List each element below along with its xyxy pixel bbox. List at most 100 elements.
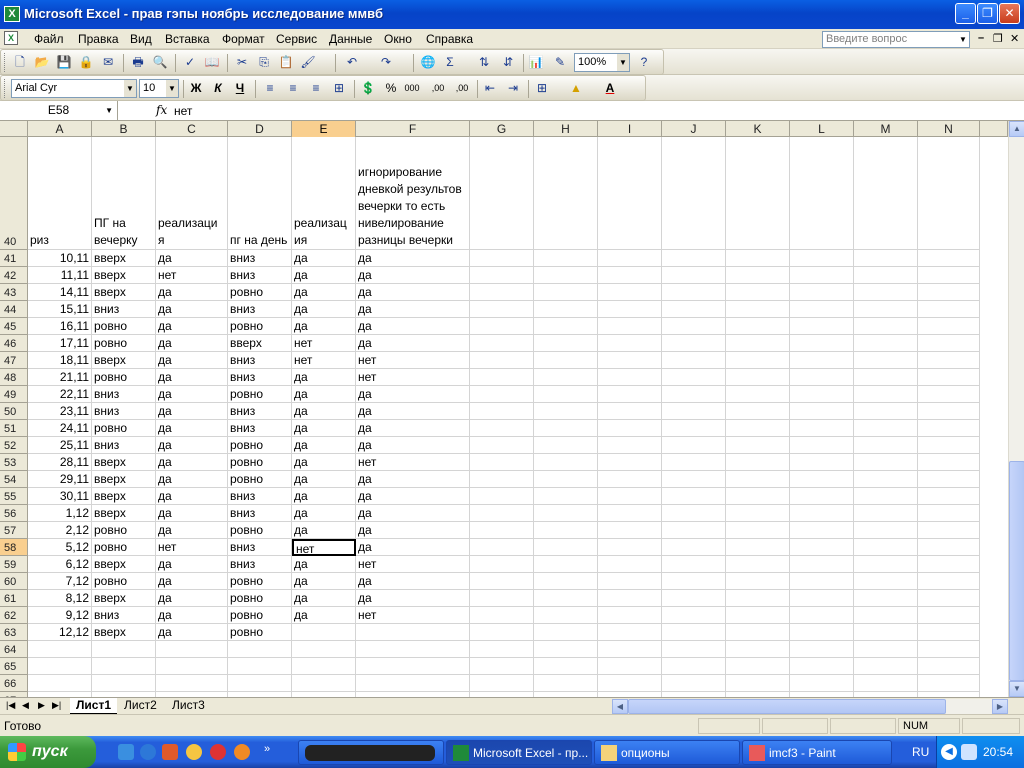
cell[interactable]: [854, 658, 918, 675]
cell[interactable]: [662, 250, 726, 267]
cell[interactable]: [918, 607, 980, 624]
cell[interactable]: [854, 137, 918, 250]
cell[interactable]: [662, 471, 726, 488]
cell[interactable]: [790, 284, 854, 301]
percent-button[interactable]: %: [382, 80, 400, 97]
cell[interactable]: [918, 267, 980, 284]
cell-day-gap[interactable]: ровно: [228, 590, 292, 607]
cell-realization[interactable]: нет: [156, 539, 228, 556]
menu-data[interactable]: Данные: [329, 32, 372, 46]
row-header[interactable]: 47: [0, 352, 28, 369]
cell[interactable]: [726, 437, 790, 454]
row-header[interactable]: 48: [0, 369, 28, 386]
cell[interactable]: [598, 369, 662, 386]
select-all-corner[interactable]: [0, 121, 28, 137]
cell-date[interactable]: 22,11: [28, 386, 92, 403]
cell-day-gap[interactable]: вниз: [228, 403, 292, 420]
cell-ignore[interactable]: да: [356, 250, 470, 267]
cell-realization[interactable]: да: [156, 471, 228, 488]
cell-ignore[interactable]: нет: [356, 352, 470, 369]
cell-evening-gap[interactable]: [92, 658, 156, 675]
cell-day-gap[interactable]: вниз: [228, 250, 292, 267]
cell-day-realization[interactable]: да: [292, 471, 356, 488]
row-header[interactable]: 52: [0, 437, 28, 454]
cell[interactable]: [662, 284, 726, 301]
cell[interactable]: [790, 369, 854, 386]
cell[interactable]: [534, 420, 598, 437]
cell-ignore[interactable]: да: [356, 590, 470, 607]
scroll-down-icon[interactable]: ▼: [1009, 681, 1024, 697]
cell[interactable]: [662, 658, 726, 675]
cell[interactable]: [918, 137, 980, 250]
cell-ignore[interactable]: нет: [356, 369, 470, 386]
cell[interactable]: [598, 137, 662, 250]
cell-evening-gap[interactable]: ровно: [92, 318, 156, 335]
cell[interactable]: [854, 488, 918, 505]
scroll-up-icon[interactable]: ▲: [1009, 121, 1024, 137]
row-header[interactable]: 57: [0, 522, 28, 539]
cell[interactable]: [726, 641, 790, 658]
cell-day-realization[interactable]: да: [292, 369, 356, 386]
cell-evening-gap[interactable]: вверх: [92, 505, 156, 522]
cell[interactable]: [534, 675, 598, 692]
chevron-down-icon[interactable]: ▼: [957, 32, 969, 47]
merge-center-icon[interactable]: ⊞: [330, 80, 348, 97]
prev-sheet-icon[interactable]: ◀: [22, 700, 29, 711]
cell[interactable]: [662, 607, 726, 624]
cell[interactable]: [854, 556, 918, 573]
cell-date[interactable]: [28, 641, 92, 658]
cell[interactable]: [534, 369, 598, 386]
cell-day-realization[interactable]: [292, 675, 356, 692]
vertical-scroll-thumb[interactable]: [1009, 461, 1024, 681]
taskbar-folder[interactable]: опционы: [594, 740, 740, 765]
cell-evening-gap[interactable]: ровно: [92, 522, 156, 539]
cell[interactable]: [534, 335, 598, 352]
cell[interactable]: [918, 454, 980, 471]
cell-date[interactable]: 29,11: [28, 471, 92, 488]
cell[interactable]: [854, 641, 918, 658]
cell[interactable]: [726, 352, 790, 369]
cell[interactable]: [918, 624, 980, 641]
cell[interactable]: [534, 641, 598, 658]
cell[interactable]: [662, 352, 726, 369]
cell[interactable]: [726, 658, 790, 675]
cut-icon[interactable]: ✂: [233, 54, 251, 71]
cell-day-realization[interactable]: да: [292, 318, 356, 335]
cell[interactable]: [790, 318, 854, 335]
cell-day-realization[interactable]: да: [292, 488, 356, 505]
cell-date[interactable]: 25,11: [28, 437, 92, 454]
cell-realization[interactable]: да: [156, 505, 228, 522]
cell-evening-gap[interactable]: вверх: [92, 590, 156, 607]
cell[interactable]: [598, 420, 662, 437]
cell-date[interactable]: 21,11: [28, 369, 92, 386]
cell[interactable]: [534, 522, 598, 539]
cell-realization[interactable]: да: [156, 590, 228, 607]
cell[interactable]: [470, 454, 534, 471]
cell[interactable]: [598, 386, 662, 403]
row-header[interactable]: 41: [0, 250, 28, 267]
cell-ignore[interactable]: нет: [356, 454, 470, 471]
cell[interactable]: [470, 386, 534, 403]
cell-ignore[interactable]: да: [356, 335, 470, 352]
paste-icon[interactable]: 📋: [277, 54, 295, 71]
cell[interactable]: [918, 250, 980, 267]
sheet-tab-2[interactable]: Лист2: [118, 698, 163, 714]
cell[interactable]: [662, 386, 726, 403]
vertical-scrollbar[interactable]: ▲ ▼: [1008, 121, 1024, 697]
quicklaunch-more-icon[interactable]: »: [264, 743, 270, 755]
column-header-b[interactable]: B: [92, 121, 156, 137]
cell[interactable]: [534, 471, 598, 488]
cell[interactable]: [662, 505, 726, 522]
cell[interactable]: [790, 624, 854, 641]
menu-view[interactable]: Вид: [130, 32, 152, 46]
cell-day-gap[interactable]: [228, 641, 292, 658]
cell-day-realization[interactable]: [292, 641, 356, 658]
doc-minimize-button[interactable]: –: [978, 32, 984, 44]
cell[interactable]: [470, 471, 534, 488]
cell[interactable]: [470, 539, 534, 556]
minimize-button[interactable]: _: [955, 3, 976, 24]
horizontal-scrollbar[interactable]: ◀ ▶: [612, 699, 1008, 714]
cell-day-realization[interactable]: да: [292, 607, 356, 624]
cell[interactable]: [470, 137, 534, 250]
cell-realization[interactable]: [156, 658, 228, 675]
